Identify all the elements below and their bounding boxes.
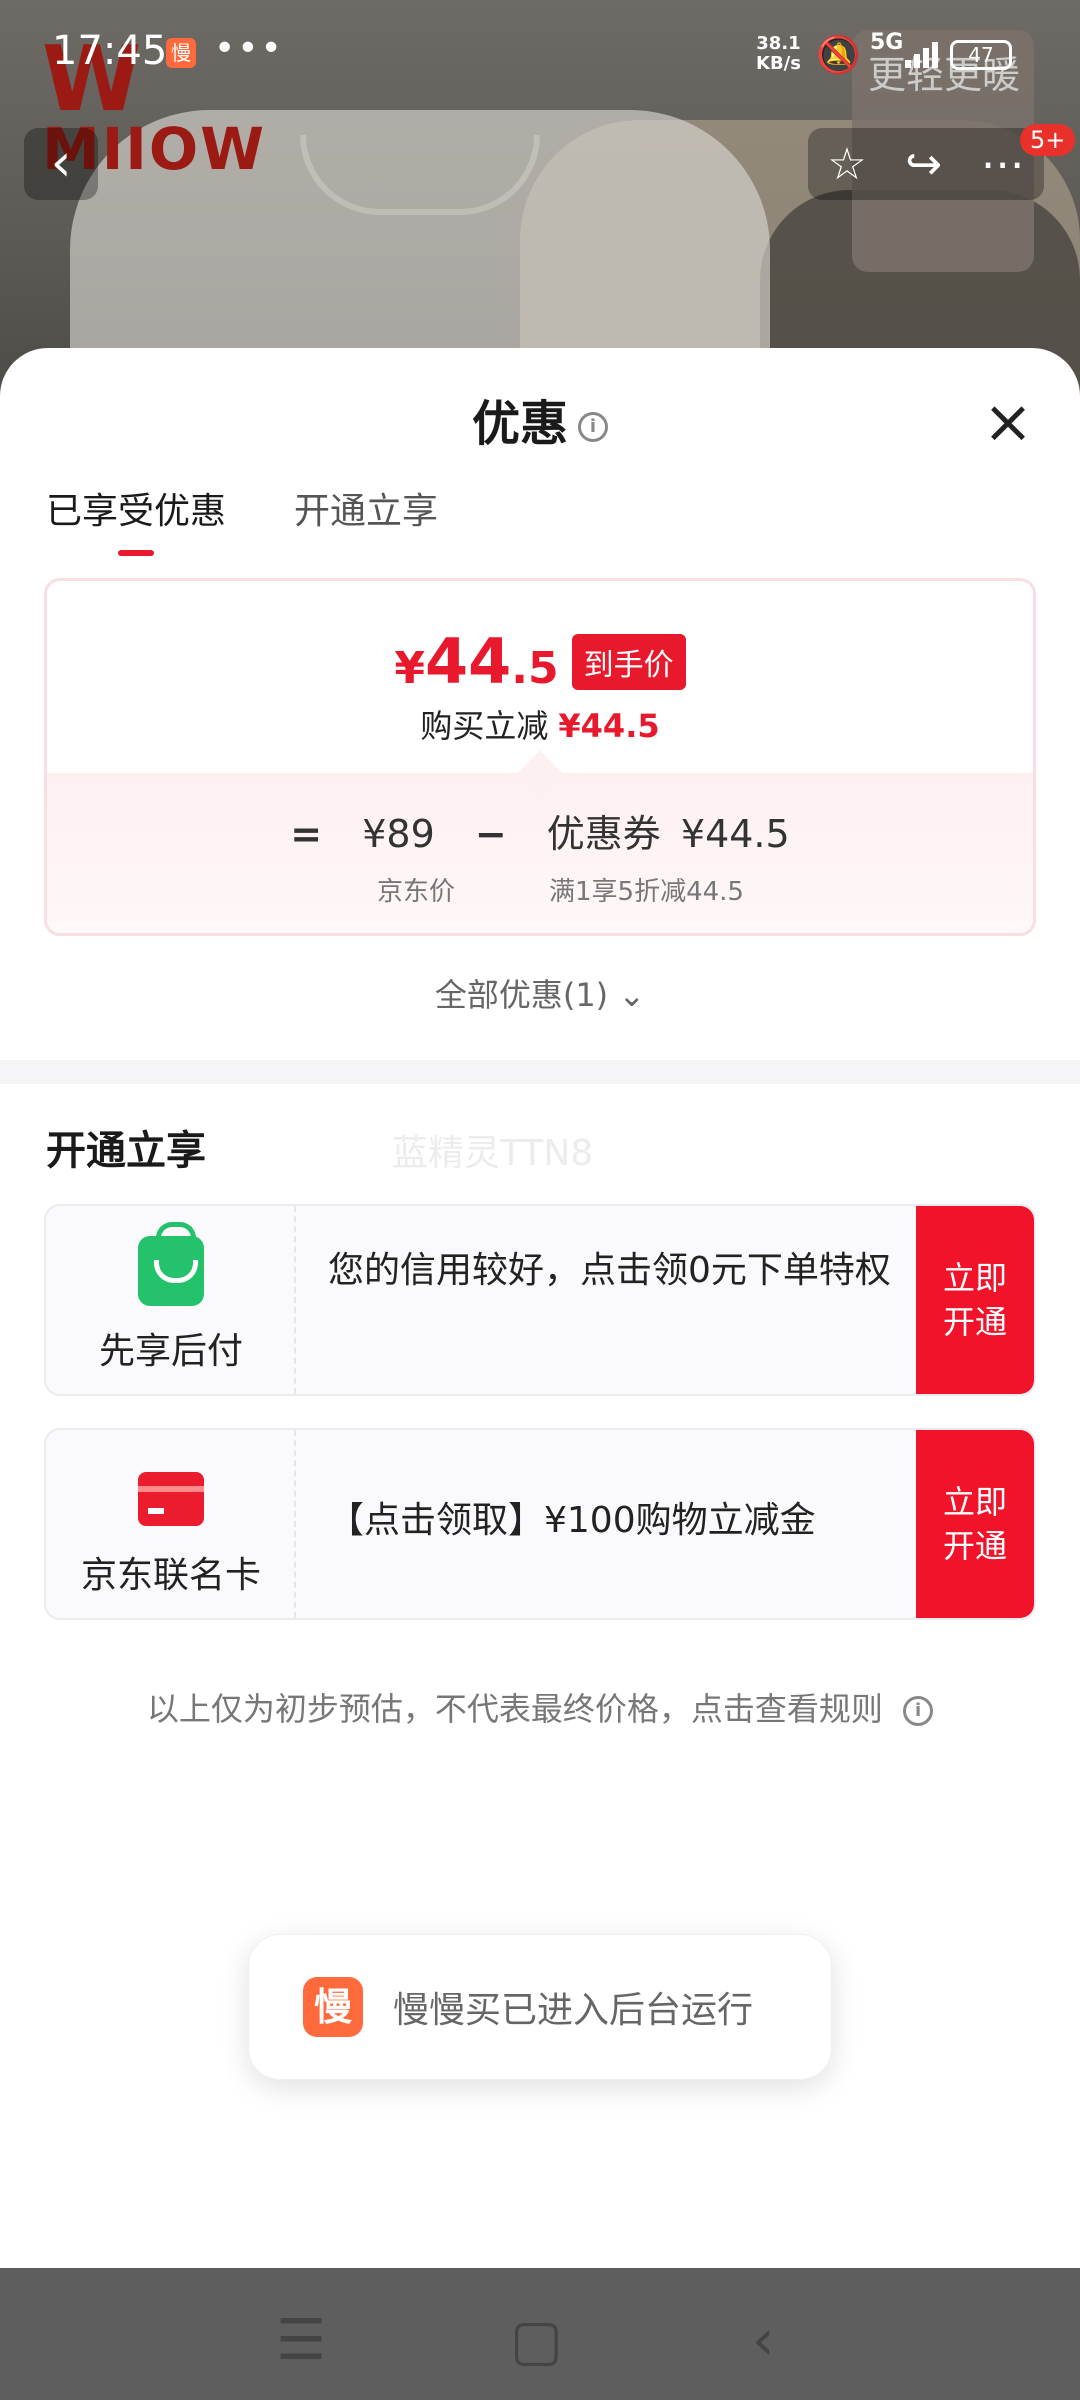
star-icon[interactable]: ☆ xyxy=(827,139,866,190)
reduce-value: ¥44.5 xyxy=(558,707,660,745)
more-notifications-icon: ••• xyxy=(214,28,284,69)
all-offers-toggle[interactable]: 全部优惠(1) ⌄ xyxy=(0,970,1080,1016)
network-speed-value: 38.1 xyxy=(756,33,801,54)
back-button[interactable]: ‹ xyxy=(24,128,98,200)
section-title: 开通立享 xyxy=(46,1128,206,1174)
final-price: ¥44.5 xyxy=(394,625,559,698)
activate-button[interactable]: 立即开通 xyxy=(916,1430,1034,1618)
jd-price: ¥89 xyxy=(362,812,435,856)
offer-left: 先享后付 xyxy=(46,1206,296,1394)
section-divider xyxy=(0,1060,1080,1084)
offer-label: 京东联名卡 xyxy=(80,1555,261,1596)
coupon-caption: 满1享5折减44.5 xyxy=(549,877,744,907)
sheet-title: 优惠 i xyxy=(0,384,1080,454)
offer-label: 先享后付 xyxy=(98,1331,243,1372)
info-icon[interactable]: i xyxy=(903,1696,934,1726)
coupon-value: ¥44.5 xyxy=(680,812,790,856)
offer-desc: 【点击领取】¥100购物立减金 xyxy=(328,1500,816,1541)
more-icon[interactable]: ⋯ xyxy=(981,139,1025,190)
mute-icon: 🔕 xyxy=(816,35,861,76)
info-icon[interactable]: i xyxy=(578,412,608,442)
reduce-row: 购买立减 ¥44.5 xyxy=(420,707,660,745)
activate-button[interactable]: 立即开通 xyxy=(916,1206,1034,1394)
offer-left: 京东联名卡 xyxy=(46,1430,296,1618)
background-toast: 慢 慢慢买已进入后台运行 xyxy=(248,1934,832,2080)
system-nav-bar: ☰ ▢ ‹ xyxy=(0,2268,1080,2400)
network-speed-unit: KB/s xyxy=(756,53,801,74)
price-formula: = ¥89 − 优惠券 ¥44.5 xyxy=(290,812,790,856)
tab-enjoyed-discounts[interactable]: 已享受优惠 xyxy=(46,482,226,556)
offer-cobrand-card[interactable]: 京东联名卡 【点击领取】¥100购物立减金 立即开通 xyxy=(44,1428,1036,1620)
status-bar: 17:45 慢 ••• 38.1 KB/s 🔕 5G 47 xyxy=(0,0,1080,100)
tab-activate[interactable]: 开通立享 xyxy=(294,482,438,556)
credit-card-icon xyxy=(138,1472,204,1526)
app-notification-icon: 慢 xyxy=(166,38,196,68)
home-icon[interactable]: ▢ xyxy=(510,2308,563,2373)
offer-desc: 您的信用较好，点击领0元下单特权 xyxy=(328,1250,891,1291)
battery-icon: 47 xyxy=(950,40,1012,70)
top-actions: ☆ ↪ ⋯ xyxy=(808,128,1044,200)
chevron-down-icon: ⌄ xyxy=(618,976,646,1014)
coupon-label: 优惠券 xyxy=(546,812,661,856)
price-summary-card: ¥44.5 到手价 购买立减 ¥44.5 = ¥89 − 优惠券 ¥44.5 京东… xyxy=(44,578,1036,936)
message-badge: 5+ xyxy=(1020,124,1076,156)
final-price-tag: 到手价 xyxy=(571,633,686,690)
toast-text: 慢慢买已进入后台运行 xyxy=(393,1990,754,2031)
menu-icon[interactable]: ☰ xyxy=(276,2308,326,2373)
offer-pay-later[interactable]: 先享后付 您的信用较好，点击领0元下单特权 立即开通 xyxy=(44,1204,1036,1396)
shopping-bag-icon xyxy=(138,1222,204,1306)
share-icon[interactable]: ↪ xyxy=(905,139,942,190)
jd-price-caption: 京东价 xyxy=(377,877,456,907)
close-button[interactable]: × xyxy=(978,392,1038,452)
network-type: 5G xyxy=(870,30,904,55)
app-icon: 慢 xyxy=(303,1977,363,2037)
status-time: 17:45 xyxy=(52,28,168,74)
final-price-row: ¥44.5 到手价 xyxy=(47,625,1033,698)
signal-icon xyxy=(905,40,938,68)
back-icon[interactable]: ‹ xyxy=(752,2308,774,2373)
chevron-left-icon: ‹ xyxy=(50,133,72,193)
watermark: 蓝精灵TTN8 xyxy=(392,1133,594,1174)
tab-bar: 已享受优惠 开通立享 xyxy=(46,482,438,556)
network-speed: 38.1 KB/s xyxy=(756,34,801,74)
disclaimer[interactable]: 以上仅为初步预估，不代表最终价格，点击查看规则 i xyxy=(0,1684,1080,1730)
